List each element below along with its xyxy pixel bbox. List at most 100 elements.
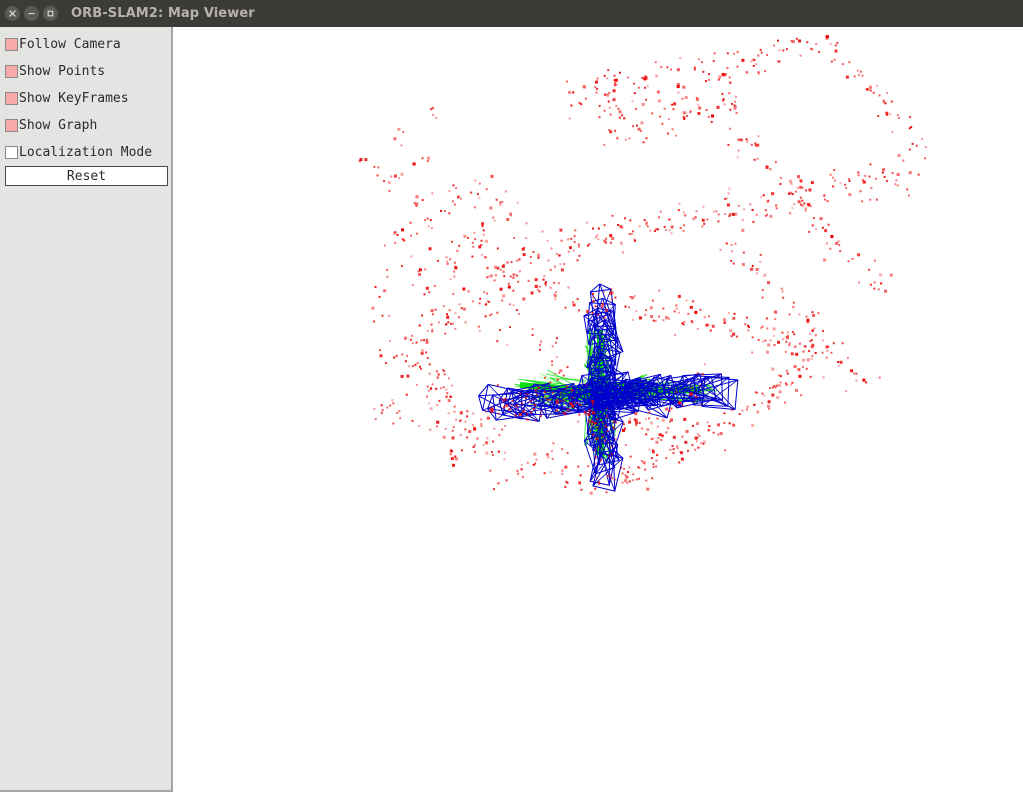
map-point	[672, 448, 675, 451]
map-point	[829, 42, 832, 45]
map-point	[728, 76, 731, 79]
map-point	[775, 207, 778, 210]
map-point	[485, 411, 488, 414]
map-point	[500, 398, 503, 401]
map-point	[655, 440, 659, 444]
map-point	[695, 97, 698, 100]
map-point	[393, 231, 397, 235]
map-point	[546, 398, 549, 401]
map-point	[798, 374, 802, 378]
checkbox-icon[interactable]	[5, 37, 18, 51]
checkbox-row-show-keyframes[interactable]: Show KeyFrames	[5, 89, 129, 107]
checkbox-icon[interactable]	[5, 64, 18, 78]
map-point	[780, 177, 783, 180]
map-point	[505, 404, 509, 408]
map-point	[529, 400, 532, 403]
map-point	[603, 224, 606, 227]
map-point	[730, 102, 733, 105]
close-icon[interactable]	[5, 6, 20, 21]
map-point	[754, 391, 757, 394]
map-point	[557, 282, 560, 285]
map-point	[759, 253, 762, 256]
keyframe-frustum	[697, 376, 739, 411]
map-point	[527, 279, 530, 282]
map-point	[623, 217, 626, 220]
map-point	[723, 103, 726, 106]
map-point	[784, 401, 787, 404]
maximize-icon[interactable]	[43, 6, 58, 21]
map-point	[460, 307, 463, 310]
map-point	[678, 461, 681, 464]
map-point	[817, 312, 820, 315]
map-point	[490, 313, 493, 316]
checkbox-row-follow-camera[interactable]: Follow Camera	[5, 35, 121, 53]
map-point	[762, 194, 765, 197]
map-point	[409, 234, 412, 237]
map-point	[767, 281, 771, 285]
map-point	[685, 299, 688, 302]
map-point	[875, 198, 878, 201]
reset-button[interactable]: Reset	[5, 166, 168, 186]
map-point	[717, 213, 720, 216]
map-point	[431, 192, 434, 195]
map-point	[695, 395, 698, 398]
map-point	[578, 101, 581, 104]
map-point	[873, 287, 876, 290]
map-point	[568, 117, 571, 120]
minimize-icon[interactable]	[24, 6, 39, 21]
map-point	[909, 116, 912, 119]
map-point	[493, 279, 496, 282]
map-point	[494, 265, 498, 269]
map-point	[556, 378, 559, 381]
map-point	[665, 407, 669, 411]
checkbox-icon[interactable]	[5, 145, 18, 159]
map-point	[839, 360, 843, 364]
checkbox-row-show-points[interactable]: Show Points	[5, 62, 105, 80]
map-point	[565, 480, 568, 483]
checkbox-icon[interactable]	[5, 118, 18, 132]
map-point	[915, 144, 918, 147]
map-point	[706, 421, 709, 424]
map-point	[624, 305, 627, 308]
map-point	[483, 291, 486, 294]
map-point	[555, 291, 558, 294]
map-point	[691, 321, 694, 324]
map-point	[729, 108, 732, 111]
map-point	[487, 275, 490, 278]
map-point	[612, 89, 616, 93]
map-point	[514, 414, 517, 417]
checkbox-row-show-graph[interactable]: Show Graph	[5, 116, 97, 134]
map-point	[809, 340, 812, 343]
map-point	[579, 403, 582, 406]
map-point	[591, 399, 595, 403]
map-point	[735, 111, 738, 114]
map-point	[749, 203, 752, 206]
map-point	[480, 244, 483, 247]
map-point	[886, 113, 889, 116]
map-point	[472, 412, 475, 415]
map-point	[851, 257, 854, 260]
map-point	[511, 399, 514, 402]
map-point	[560, 268, 564, 272]
map-point	[811, 224, 814, 227]
map-point	[551, 457, 554, 460]
map-point	[691, 444, 694, 447]
map-point	[728, 422, 731, 425]
map-point	[689, 110, 692, 113]
map-point	[603, 316, 606, 319]
checkbox-row-localization-mode[interactable]: Localization Mode	[5, 143, 152, 161]
map-point	[646, 225, 649, 228]
map-point	[489, 407, 493, 411]
map-point	[445, 323, 448, 326]
map-point	[644, 468, 647, 471]
checkbox-icon[interactable]	[5, 91, 18, 105]
map-point	[765, 165, 768, 168]
map-point	[476, 437, 479, 440]
map-point	[665, 316, 669, 320]
map-point	[416, 232, 419, 235]
map-point	[554, 341, 557, 344]
window-controls	[0, 6, 58, 21]
map-point	[578, 245, 581, 248]
map-viewport-3d[interactable]	[175, 27, 1023, 794]
map-point	[760, 196, 763, 199]
